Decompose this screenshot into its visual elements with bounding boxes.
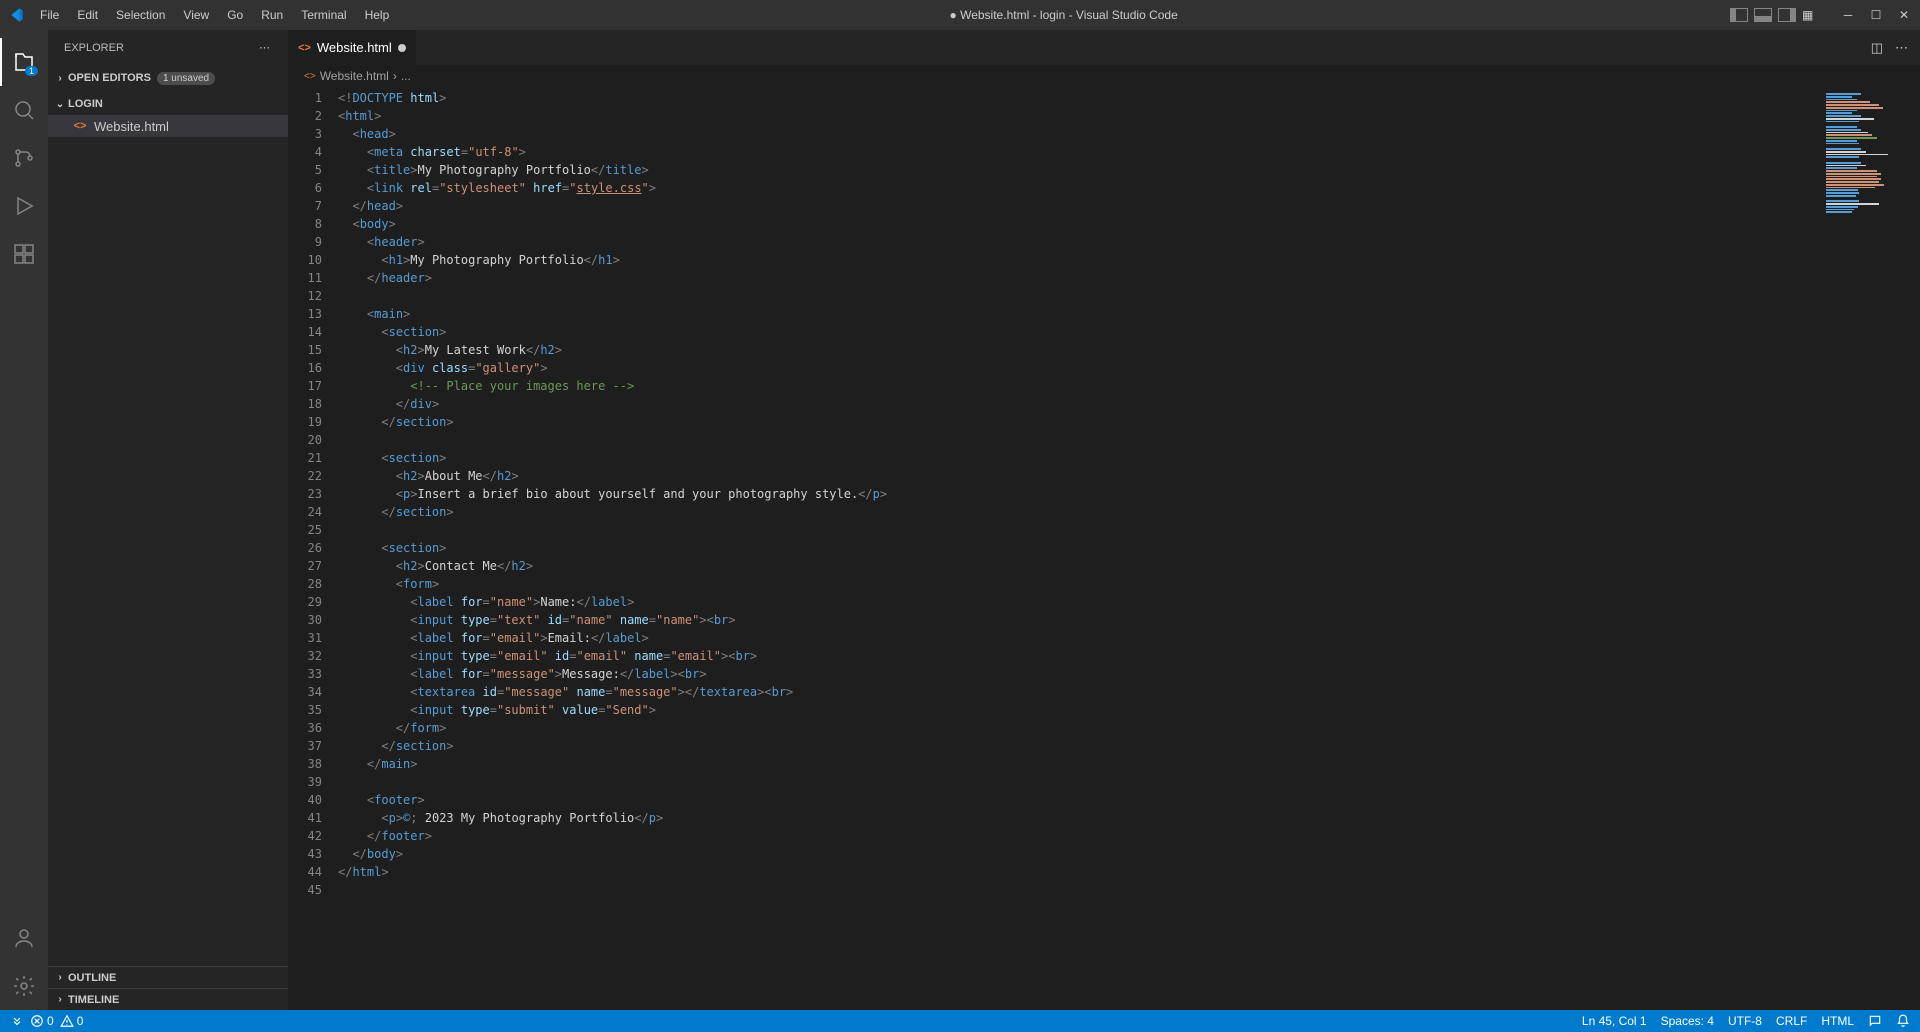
chevron-right-icon: ›	[52, 994, 68, 1005]
menu-help[interactable]: Help	[357, 4, 398, 26]
source-control-activity-icon[interactable]	[0, 134, 48, 182]
outline-header[interactable]: › OUTLINE	[48, 966, 288, 988]
accounts-activity-icon[interactable]	[0, 914, 48, 962]
editor-body[interactable]: 1234567891011121314151617181920212223242…	[288, 87, 1920, 1010]
indentation[interactable]: Spaces: 4	[1661, 1014, 1714, 1028]
warnings-indicator[interactable]: 0	[60, 1014, 84, 1028]
menu-selection[interactable]: Selection	[108, 4, 173, 26]
folder-header[interactable]: ⌄ LOGIN	[48, 93, 288, 115]
language-mode[interactable]: HTML	[1821, 1014, 1854, 1028]
toggle-primary-sidebar-icon[interactable]	[1730, 8, 1748, 22]
activity-bar: 1	[0, 30, 48, 1010]
chevron-down-icon: ⌄	[52, 99, 68, 110]
extensions-activity-icon[interactable]	[0, 230, 48, 278]
toggle-secondary-sidebar-icon[interactable]	[1778, 8, 1796, 22]
menu-file[interactable]: File	[32, 4, 67, 26]
tabs-row: <> Website.html ◫ ⋯	[288, 30, 1920, 65]
errors-indicator[interactable]: 0	[30, 1014, 54, 1028]
encoding[interactable]: UTF-8	[1728, 1014, 1762, 1028]
run-debug-activity-icon[interactable]	[0, 182, 48, 230]
menu-terminal[interactable]: Terminal	[293, 4, 354, 26]
cursor-position[interactable]: Ln 45, Col 1	[1582, 1014, 1647, 1028]
toggle-panel-icon[interactable]	[1754, 8, 1772, 22]
timeline-header[interactable]: › TIMELINE	[48, 988, 288, 1010]
notifications-icon[interactable]	[1896, 1014, 1910, 1028]
sidebar-title: EXPLORER	[64, 42, 124, 54]
tab-more-icon[interactable]: ⋯	[1895, 40, 1910, 56]
search-activity-icon[interactable]	[0, 86, 48, 134]
chevron-right-icon: ›	[52, 972, 68, 983]
customize-layout-icon[interactable]: ▦	[1802, 8, 1820, 22]
menu-run[interactable]: Run	[253, 4, 291, 26]
title-bar: File Edit Selection View Go Run Terminal…	[0, 0, 1920, 30]
close-button[interactable]: ✕	[1896, 7, 1912, 23]
open-editors-header[interactable]: › OPEN EDITORS 1 unsaved	[48, 67, 288, 89]
menu-edit[interactable]: Edit	[69, 4, 106, 26]
window-title: ● Website.html - login - Visual Studio C…	[397, 8, 1730, 22]
menu-go[interactable]: Go	[219, 4, 251, 26]
vscode-logo-icon	[8, 7, 24, 23]
minimap[interactable]	[1820, 87, 1920, 1010]
editor-tab[interactable]: <> Website.html	[288, 30, 417, 65]
remote-indicator[interactable]	[10, 1014, 24, 1028]
explorer-activity-icon[interactable]: 1	[0, 38, 48, 86]
menu-view[interactable]: View	[175, 4, 217, 26]
feedback-icon[interactable]	[1868, 1014, 1882, 1028]
html-file-icon: <>	[298, 42, 311, 54]
minimap-preview	[1826, 93, 1914, 213]
settings-activity-icon[interactable]	[0, 962, 48, 1010]
sidebar: EXPLORER ⋯ › OPEN EDITORS 1 unsaved ⌄ LO…	[48, 30, 288, 1010]
menu-bar: File Edit Selection View Go Run Terminal…	[32, 4, 397, 26]
breadcrumb[interactable]: <> Website.html › ...	[288, 65, 1920, 87]
file-item[interactable]: <> Website.html	[48, 115, 288, 137]
code-content[interactable]: <!DOCTYPE html><html> <head> <meta chars…	[338, 87, 1820, 1010]
explorer-badge: 1	[25, 66, 38, 76]
editor-area: <> Website.html ◫ ⋯ <> Website.html › ..…	[288, 30, 1920, 1010]
html-file-icon: <>	[72, 118, 88, 134]
eol[interactable]: CRLF	[1776, 1014, 1807, 1028]
html-file-icon: <>	[304, 71, 316, 82]
sidebar-more-icon[interactable]: ⋯	[259, 41, 272, 54]
minimize-button[interactable]: ─	[1840, 7, 1856, 23]
chevron-right-icon: ›	[52, 73, 68, 84]
status-bar: 0 0 Ln 45, Col 1 Spaces: 4 UTF-8 CRLF HT…	[0, 1010, 1920, 1032]
unsaved-badge: 1 unsaved	[157, 72, 215, 85]
split-editor-icon[interactable]: ◫	[1871, 40, 1883, 56]
line-gutter: 1234567891011121314151617181920212223242…	[288, 87, 338, 1010]
maximize-button[interactable]: ☐	[1868, 7, 1884, 23]
dirty-indicator-icon	[398, 44, 406, 52]
